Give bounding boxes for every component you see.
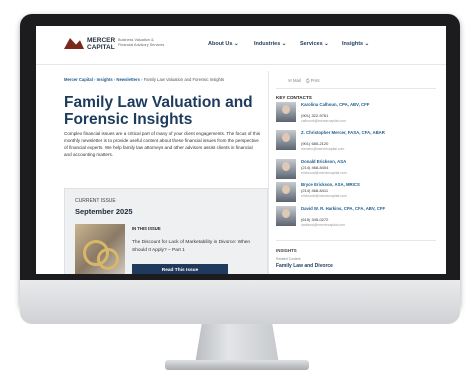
contact-card[interactable]: Z. Christopher Mercer, FASA, CFA, ABAR (… [276,130,436,156]
issue-thumbnail-image[interactable] [75,224,125,274]
contact-name[interactable]: David W. R. Harkins, CPA, CFA, ABV, CFF [301,206,401,211]
ring-icon [97,248,119,270]
breadcrumb-current: Family Law Valuation and Forensic Insigh… [143,77,225,82]
current-issue-card: CURRENT ISSUE September 2025 IN THIS ISS… [64,188,268,274]
breadcrumb: Mercer Capital › Insights › Newsletters … [64,77,284,82]
breadcrumb-insights[interactable]: Insights [97,77,113,82]
avatar [276,130,296,150]
issue-article-title[interactable]: The Discount for Lack of Marketability i… [132,239,262,254]
contact-card[interactable]: Bryce Erickson, ASA, MRICS (214) 468-841… [276,182,436,208]
insights-subheading: Related Content [276,257,301,261]
divider [276,88,436,89]
contact-phone: (214) 468-8411 [301,188,329,193]
contact-email[interactable]: harkinsd@mercercapital.com [301,223,345,227]
insights-heading: INSIGHTS [276,248,297,253]
in-this-issue-label: IN THIS ISSUE [132,226,161,231]
site-header: MERCER CAPITAL Business Valuation & Fina… [36,26,446,65]
key-contacts-heading: KEY CONTACTS [276,95,312,100]
monitor-stand-base [165,360,309,370]
contact-phone: (901) 322-9761 [301,113,329,118]
monitor-chin [20,280,460,324]
contact-email[interactable]: calhounk@mercercapital.com [301,119,346,123]
print-link[interactable]: ⎙ Print [306,78,320,83]
contact-name[interactable]: Donald Erickson, ASA [301,159,401,164]
read-this-issue-button[interactable]: Read This Issue [132,264,228,274]
contact-email[interactable]: ericksond@mercercapital.com [301,171,347,175]
current-issue-date: September 2025 [75,207,133,216]
contact-phone: (615) 345-0272 [301,217,329,222]
contact-card[interactable]: David W. R. Harkins, CPA, CFA, ABV, CFF … [276,206,436,232]
contact-phone: (214) 468-8404 [301,165,329,170]
contact-email[interactable]: ericksonb@mercercapital.com [301,194,347,198]
breadcrumb-newsletters[interactable]: Newsletters [116,77,140,82]
contact-name[interactable]: Bryce Erickson, ASA, MRICS [301,182,401,187]
mail-link[interactable]: ✉ Mail [288,78,301,83]
avatar [276,102,296,122]
breadcrumb-separator: › [94,77,96,82]
column-divider [268,71,269,274]
monitor-stand-neck [195,324,279,364]
avatar [276,159,296,179]
nav-about-us[interactable]: About Us ⌄ [208,41,239,47]
avatar [276,206,296,226]
nav-insights[interactable]: Insights ⌄ [342,41,369,47]
contact-phone: (901) 685-2120 [301,141,329,146]
current-issue-label: CURRENT ISSUE [75,198,116,204]
logo-name[interactable]: MERCER CAPITAL [87,37,117,51]
page-intro: Complex financial issues are a critical … [64,131,261,158]
page-title: Family Law Valuation and Forensic Insigh… [64,94,253,128]
contact-email[interactable]: mercerc@mercercapital.com [301,147,344,151]
contact-card[interactable]: Karolina Calhoun, CPA, ABV, CFF (901) 32… [276,102,436,128]
nav-services[interactable]: Services ⌄ [300,41,329,47]
avatar [276,182,296,202]
breadcrumb-separator: › [141,77,143,82]
contact-name[interactable]: Karolina Calhoun, CPA, ABV, CFF [301,102,401,107]
browser-screen: MERCER CAPITAL Business Valuation & Fina… [36,26,446,274]
nav-industries[interactable]: Industries ⌄ [254,41,286,47]
contact-name[interactable]: Z. Christopher Mercer, FASA, CFA, ABAR [301,130,401,135]
logo-tagline: Business Valuation & Financial Advisory … [118,38,165,47]
insights-link-family-law[interactable]: Family Law and Divorce [276,263,333,269]
divider [276,240,436,241]
share-tools: ✉ Mail ⎙ Print [288,78,320,84]
mercer-logo-icon[interactable] [64,38,84,49]
breadcrumb-mercer-capital[interactable]: Mercer Capital [64,77,93,82]
